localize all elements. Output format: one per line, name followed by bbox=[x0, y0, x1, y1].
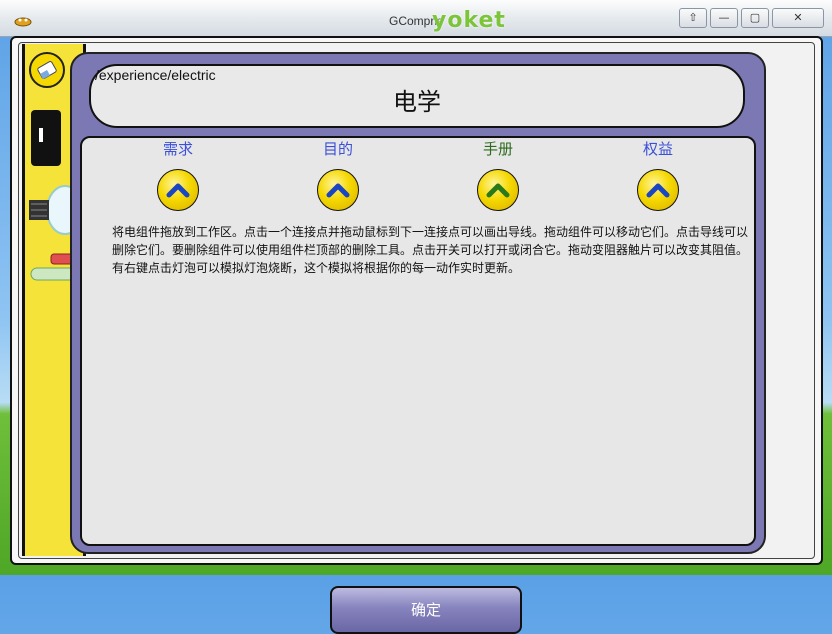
chevron-up-icon[interactable] bbox=[317, 169, 359, 211]
window-up-button[interactable]: ⇧ bbox=[679, 8, 707, 28]
delete-tool-icon[interactable] bbox=[27, 50, 67, 94]
chevron-up-icon[interactable] bbox=[477, 169, 519, 211]
brand-logo: yoket bbox=[432, 8, 506, 33]
tab-label: 需求 bbox=[162, 140, 193, 158]
dialog-title: 电学 bbox=[393, 88, 441, 116]
chevron-up-icon[interactable] bbox=[637, 169, 679, 211]
tab-goal[interactable]: 目的 bbox=[298, 138, 378, 211]
window-minimize-button[interactable]: — bbox=[710, 8, 738, 28]
dialog-body: 需求 目的 手册 权益 将电组件拖放到工作区。点击一个连接点并拖动鼠标到下一连接… bbox=[80, 136, 756, 634]
window-close-button[interactable]: ✕ bbox=[772, 8, 824, 28]
tab-prerequisite[interactable]: 需求 bbox=[138, 138, 218, 211]
chevron-up-icon[interactable] bbox=[157, 169, 199, 211]
tab-label: 权益 bbox=[642, 140, 673, 158]
help-tabs: 需求 目的 手册 权益 bbox=[82, 138, 754, 218]
ok-button[interactable]: 确定 bbox=[330, 586, 522, 634]
window-maximize-button[interactable]: ▢ bbox=[741, 8, 769, 28]
dialog-header: /experience/electric 电学 bbox=[89, 64, 745, 128]
tab-manual[interactable]: 手册 bbox=[458, 138, 538, 211]
tab-label: 目的 bbox=[322, 140, 353, 158]
help-dialog: /experience/electric 电学 需求 目的 手册 权益 将电组件… bbox=[70, 52, 766, 634]
help-description: 将电组件拖放到工作区。点击一个连接点并拖动鼠标到下一连接点可以画出导线。拖动组件… bbox=[112, 225, 749, 275]
activity-path: /experience/electric bbox=[95, 67, 216, 83]
title-bar[interactable]: GCompris yoket ⇧ — ▢ ✕ bbox=[0, 0, 832, 37]
tab-credit[interactable]: 权益 bbox=[618, 138, 698, 211]
tab-label: 手册 bbox=[482, 140, 513, 158]
app-window: GCompris yoket ⇧ — ▢ ✕ /experience/elect… bbox=[0, 0, 832, 634]
